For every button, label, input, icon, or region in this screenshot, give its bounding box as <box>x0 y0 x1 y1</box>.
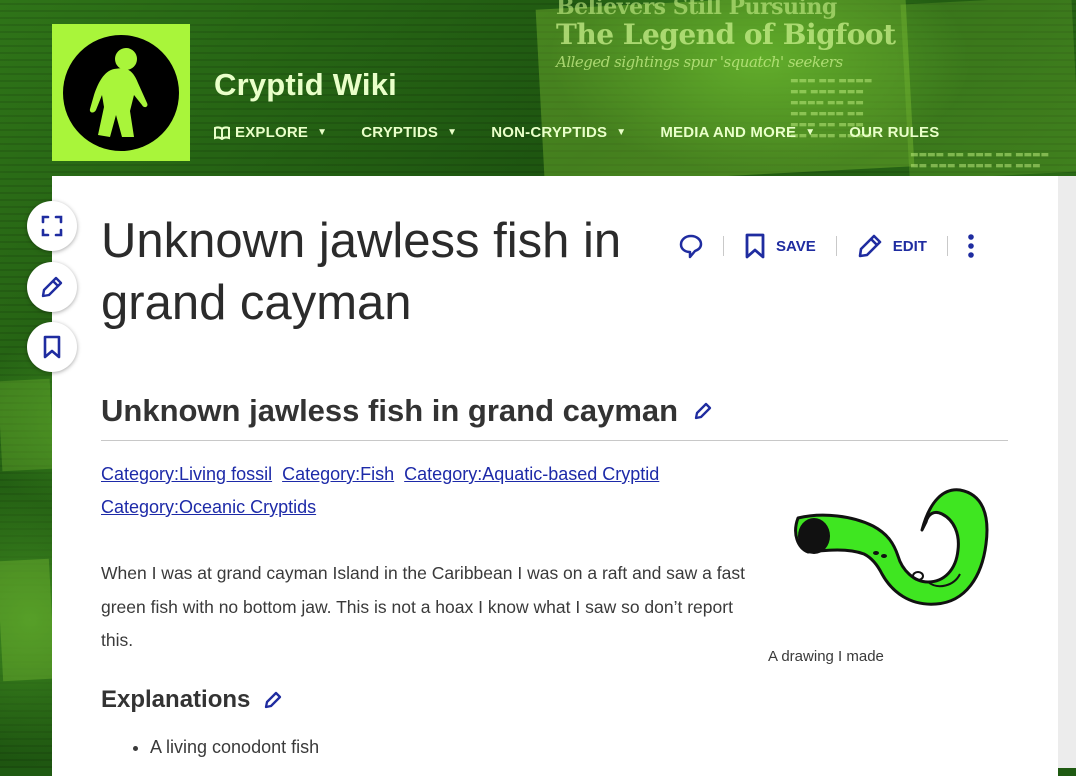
site-logo[interactable] <box>52 24 190 161</box>
nav-explore[interactable]: EXPLORE ▼ <box>214 124 327 141</box>
comments-button[interactable] <box>679 233 703 259</box>
pencil-icon <box>858 234 882 258</box>
heading-divider <box>101 440 1008 441</box>
fish-drawing-image <box>794 488 989 606</box>
pencil-icon[interactable] <box>264 691 282 709</box>
bigfoot-icon <box>89 47 148 137</box>
chevron-down-icon: ▼ <box>317 127 328 138</box>
nav-non-cryptids-label: NON-CRYPTIDS <box>491 124 608 141</box>
wiki-title[interactable]: Cryptid Wiki <box>214 67 397 103</box>
list-item: A living conodont fish <box>150 737 319 758</box>
pencil-icon <box>41 276 63 298</box>
community-nav: EXPLORE ▼ CRYPTIDS ▼ NON-CRYPTIDS ▼ MEDI… <box>214 124 939 141</box>
category-link-aquatic-based-cryptid[interactable]: Category:Aquatic-based Cryptid <box>404 464 659 484</box>
explanations-list: A living conodont fish <box>131 737 319 758</box>
article-paragraph: When I was at grand cayman Island in the… <box>101 563 745 650</box>
bookmark-icon <box>745 233 765 259</box>
pencil-icon[interactable] <box>694 402 712 420</box>
chevron-down-icon: ▼ <box>447 127 458 138</box>
save-label: SAVE <box>776 237 816 255</box>
nav-explore-label: EXPLORE <box>235 124 309 141</box>
save-button[interactable]: SAVE <box>744 233 816 259</box>
section-heading: Unknown jawless fish in grand cayman <box>101 393 712 429</box>
nav-media-and-more-label: MEDIA AND MORE <box>660 124 797 141</box>
comment-icon <box>679 234 703 259</box>
edit-label: EDIT <box>892 237 927 255</box>
bookmark-tool-button[interactable] <box>27 322 77 372</box>
figure-caption: A drawing I made <box>768 648 884 665</box>
expand-icon <box>41 215 63 237</box>
background-newspaper-headline: Believers Still Pursuing The Legend of B… <box>556 0 896 71</box>
explanations-heading: Explanations <box>101 686 282 714</box>
nav-cryptids[interactable]: CRYPTIDS ▼ <box>361 124 457 141</box>
nav-media-and-more[interactable]: MEDIA AND MORE ▼ <box>660 124 815 141</box>
page-title: Unknown jawless fish in grand cayman <box>101 214 622 330</box>
edit-button[interactable]: EDIT <box>857 233 927 259</box>
nav-non-cryptids[interactable]: NON-CRYPTIDS ▼ <box>491 124 626 141</box>
more-actions-button[interactable] <box>968 234 974 258</box>
section-heading-text: Unknown jawless fish in grand cayman <box>101 393 679 428</box>
bookmark-icon <box>43 335 61 359</box>
more-vertical-icon <box>968 234 974 258</box>
article-figure[interactable] <box>768 478 1008 622</box>
fullscreen-button[interactable] <box>27 201 77 251</box>
explanations-heading-text: Explanations <box>101 686 251 713</box>
category-link-living-fossil[interactable]: Category:Living fossil <box>101 464 272 484</box>
scrollbar[interactable] <box>1058 176 1076 768</box>
category-link-oceanic-cryptids[interactable]: Category:Oceanic Cryptids <box>101 497 316 517</box>
category-links: Category:Living fossil Category:Fish Cat… <box>101 458 741 524</box>
chevron-down-icon: ▼ <box>616 127 627 138</box>
nav-our-rules-label: OUR RULES <box>849 124 940 141</box>
chevron-down-icon: ▼ <box>805 127 816 138</box>
edit-tool-button[interactable] <box>27 262 77 312</box>
nav-cryptids-label: CRYPTIDS <box>361 124 439 141</box>
nav-our-rules[interactable]: OUR RULES <box>849 124 939 141</box>
book-icon <box>214 125 230 140</box>
category-link-fish[interactable]: Category:Fish <box>282 464 394 484</box>
page-actions: SAVE EDIT <box>679 230 974 262</box>
